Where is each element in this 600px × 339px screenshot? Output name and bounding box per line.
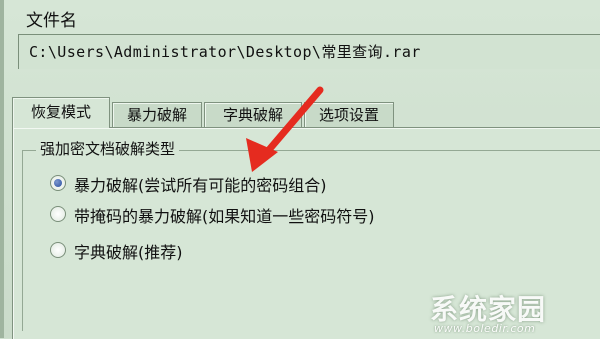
watermark-url: www.boledir.com — [434, 322, 536, 335]
tab-recovery-mode[interactable]: 恢复模式 — [12, 97, 110, 128]
watermark: 系统家园 www.boledir.com — [430, 288, 600, 338]
